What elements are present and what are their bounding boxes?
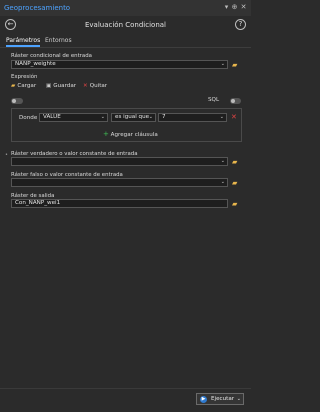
- clause-field-value: VALUE: [43, 114, 61, 120]
- plus-icon: +: [103, 130, 109, 138]
- sql-label: SQL: [208, 97, 220, 103]
- remove-button[interactable]: ✕ Quitar: [83, 83, 107, 89]
- remove-icon: ✕: [83, 83, 88, 89]
- input-raster-value: NANP_weighte: [15, 61, 56, 67]
- tool-title: Evaluación Condicional: [84, 21, 166, 29]
- false-raster-field[interactable]: ⌄: [11, 178, 228, 187]
- close-icon[interactable]: ✕: [239, 3, 248, 12]
- sql-toggle[interactable]: [230, 98, 241, 104]
- tab-parametros[interactable]: Parámetros: [6, 37, 40, 44]
- window-titlebar: Geoprocesamiento ▾ ⊕ ✕: [0, 0, 251, 17]
- load-button[interactable]: ▰ Cargar: [11, 83, 36, 89]
- clause-field-select[interactable]: VALUE ⌄: [39, 113, 108, 122]
- load-label: Cargar: [17, 83, 37, 89]
- clause-value: 7: [162, 114, 166, 120]
- folder-icon[interactable]: ▰: [232, 180, 240, 187]
- run-button[interactable]: ▶ Ejecutar ⌄: [196, 393, 244, 405]
- folder-icon[interactable]: ▰: [232, 201, 240, 208]
- clause-prefix: Donde: [19, 115, 38, 121]
- toggle-knob: [231, 99, 235, 103]
- chevron-down-icon[interactable]: ⌄: [221, 158, 225, 165]
- output-raster-field[interactable]: Con_NANP_wei1: [11, 199, 228, 208]
- help-icon[interactable]: ?: [235, 19, 246, 30]
- remove-label: Quitar: [89, 83, 108, 89]
- run-label: Ejecutar: [211, 396, 235, 402]
- expression-toggle[interactable]: [11, 98, 23, 104]
- chevron-down-icon[interactable]: ⌄: [221, 179, 225, 186]
- chevron-down-icon[interactable]: ⌄: [221, 61, 225, 68]
- add-clause-label: Agregar cláusula: [110, 132, 158, 138]
- folder-icon[interactable]: ▰: [232, 159, 240, 166]
- tool-header: ← Evaluación Condicional ?: [0, 16, 251, 34]
- chevron-down-icon[interactable]: ⌄: [101, 114, 105, 121]
- chevron-down-icon[interactable]: ⌄: [237, 394, 241, 404]
- clause-operator-value: es igual que: [115, 114, 150, 120]
- folder-open-icon: ▰: [11, 83, 16, 89]
- folder-icon[interactable]: ▰: [232, 62, 240, 69]
- play-icon: ▶: [200, 396, 207, 403]
- input-raster-field[interactable]: NANP_weighte ⌄: [11, 60, 228, 69]
- clause-value-select[interactable]: 7 ⌄: [158, 113, 227, 122]
- delete-clause-icon[interactable]: ✕: [231, 113, 237, 121]
- chevron-down-icon[interactable]: ⌄: [220, 114, 224, 121]
- input-raster-label: Ráster condicional de entrada: [11, 53, 92, 59]
- true-raster-field[interactable]: ⌄: [11, 157, 228, 166]
- toggle-knob: [12, 99, 16, 103]
- app-title: Geoprocesamiento: [4, 4, 71, 12]
- required-marker: •: [5, 152, 8, 158]
- add-clause-button[interactable]: + Agregar cláusula: [103, 130, 158, 138]
- chevron-down-icon[interactable]: ⌄: [149, 114, 153, 121]
- save-button[interactable]: ▣ Guardar: [46, 83, 76, 89]
- output-raster-value: Con_NANP_wei1: [15, 200, 61, 206]
- pin-icon[interactable]: ⊕: [230, 3, 239, 12]
- expression-label: Expresión: [11, 74, 38, 80]
- save-icon: ▣: [46, 83, 52, 89]
- tab-entornos[interactable]: Entornos: [45, 37, 72, 44]
- clause-operator-select[interactable]: es igual que ⌄: [111, 113, 156, 122]
- save-label: Guardar: [53, 83, 77, 89]
- tab-divider: [0, 47, 251, 48]
